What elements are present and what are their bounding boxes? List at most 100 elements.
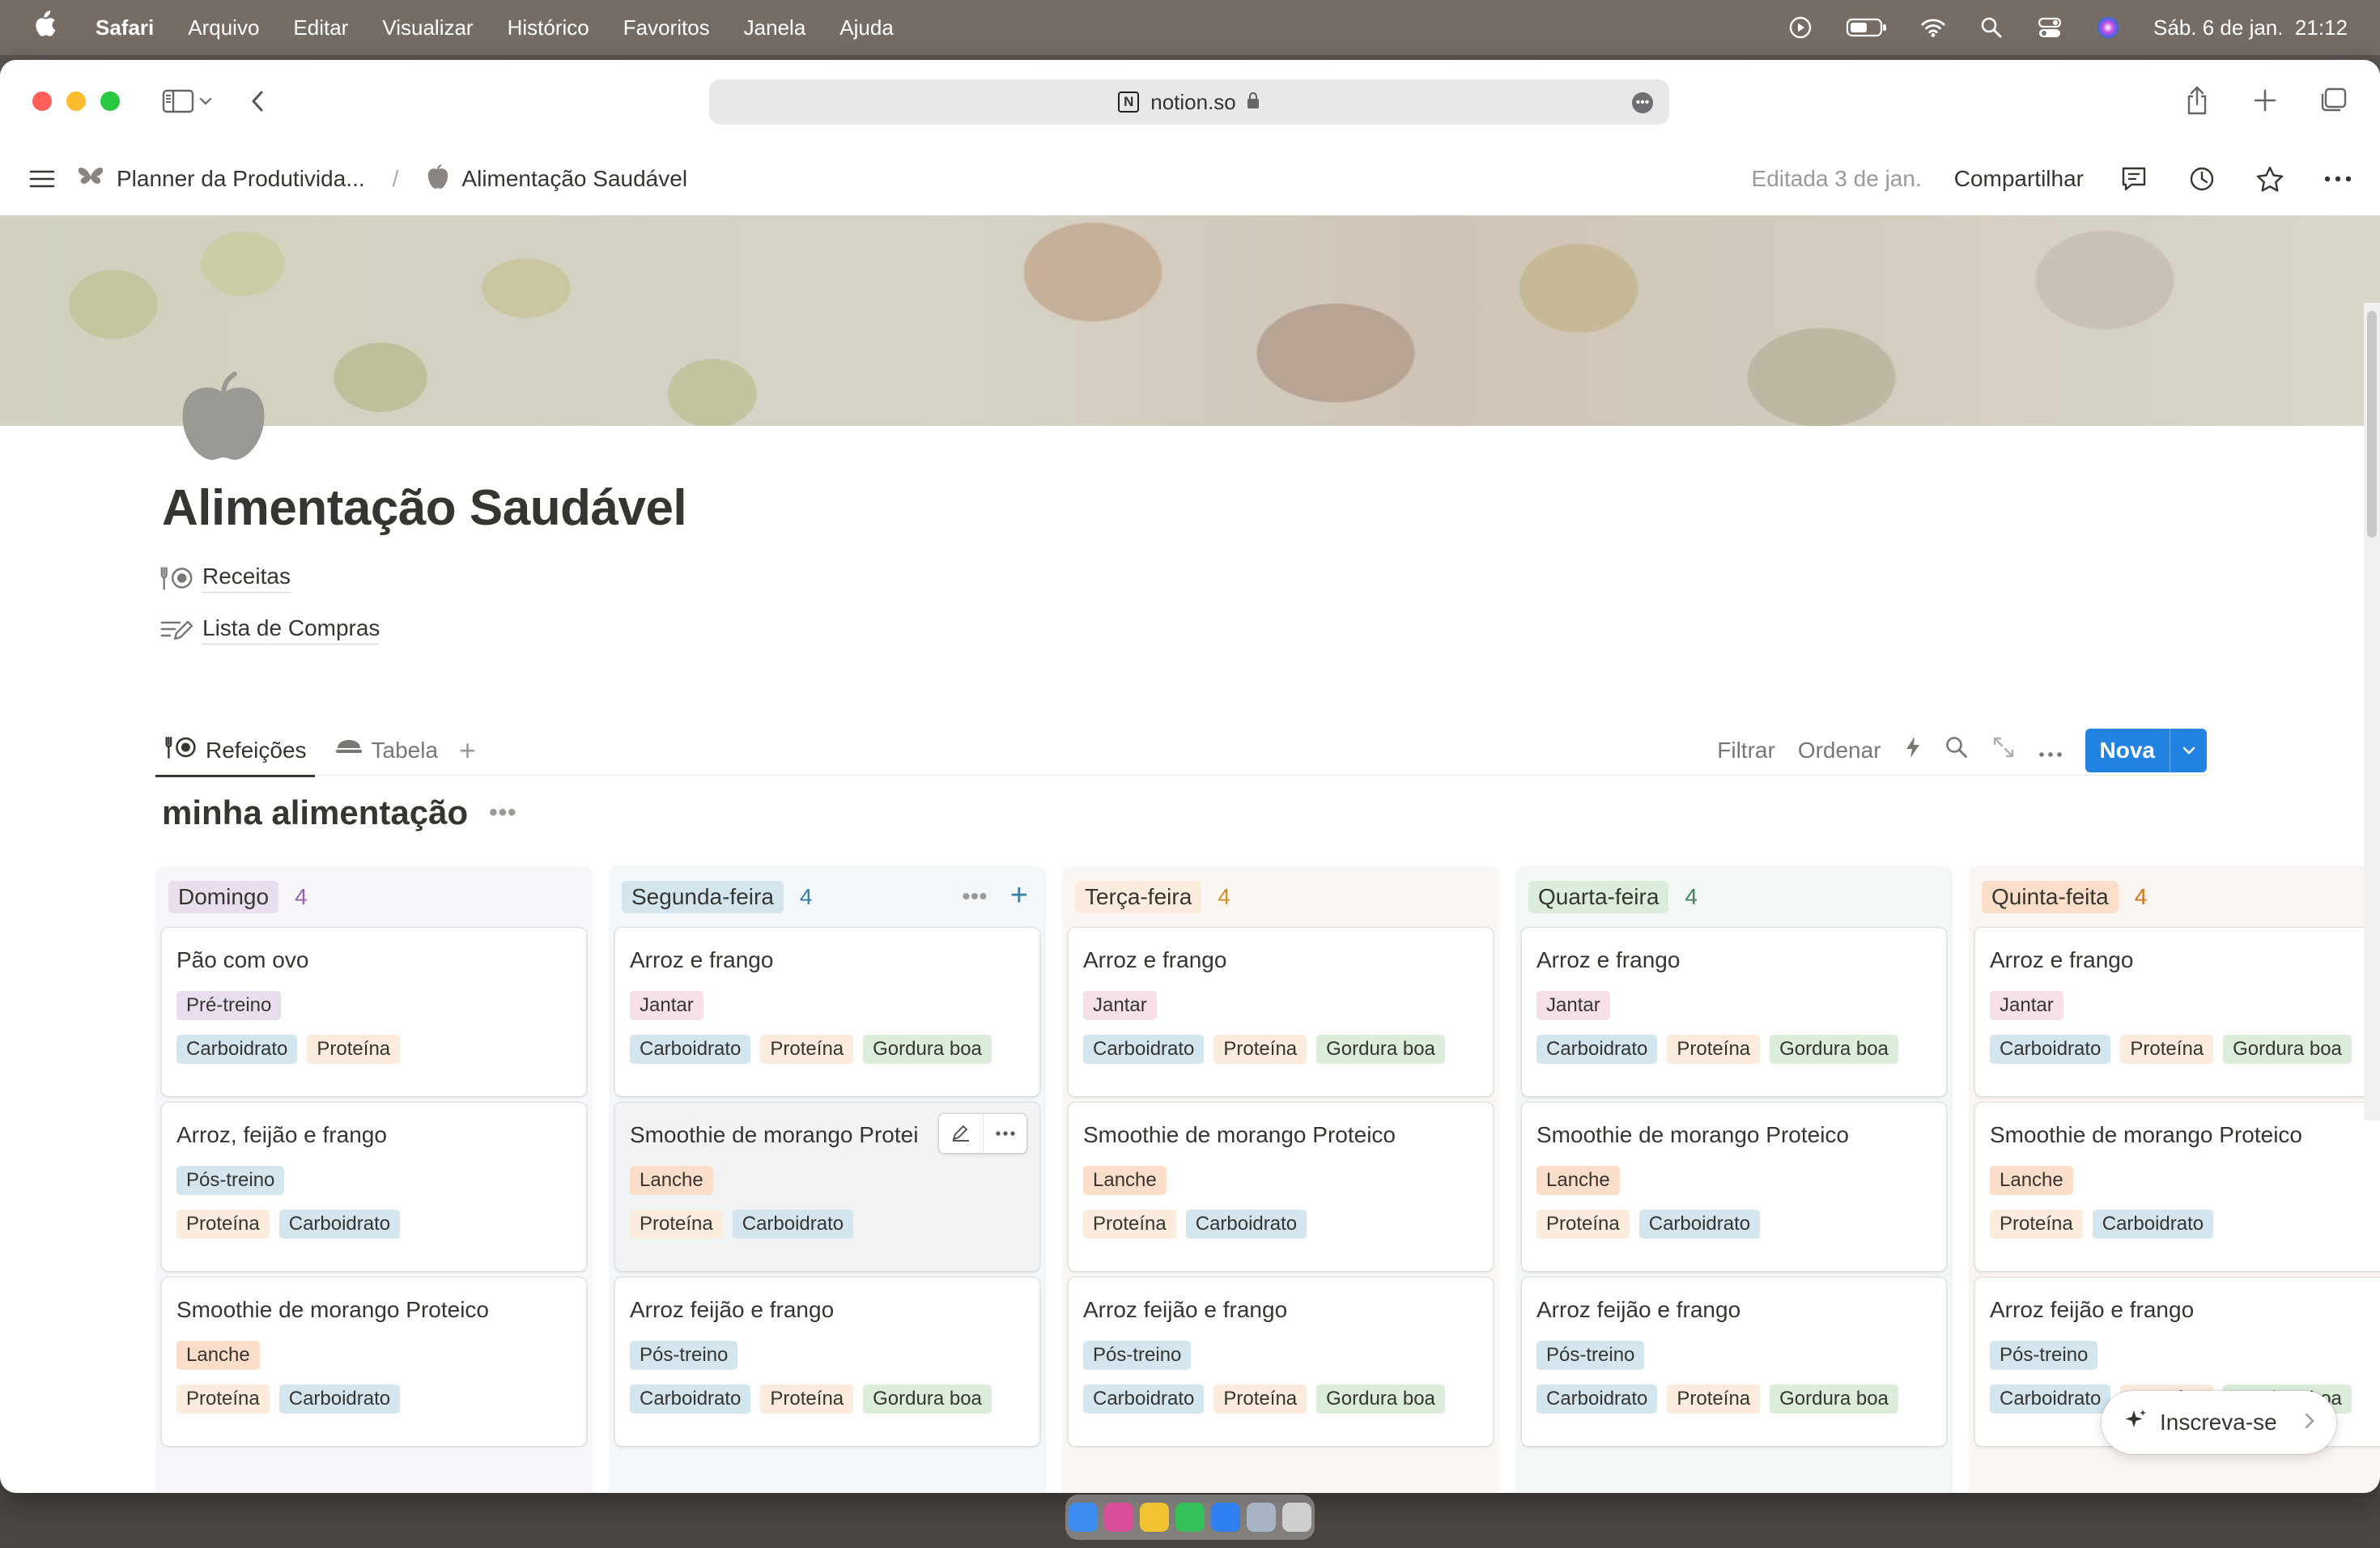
dock-chrome-icon[interactable] [1140, 1503, 1169, 1532]
column-title[interactable]: Domingo [168, 881, 279, 913]
database-title-text[interactable]: minha alimentação [162, 793, 468, 832]
chevron-down-icon[interactable] [2170, 728, 2207, 772]
meal-card[interactable]: Smoothie de morango Proteico Lanche Proteí… [162, 1278, 586, 1446]
link-receitas[interactable]: Receitas [159, 563, 291, 593]
meal-card[interactable]: Arroz feijão e frango Pós-treino Carboidra… [615, 1278, 1039, 1446]
history-clock-icon[interactable] [2184, 161, 2220, 197]
column-title[interactable]: Quarta-feira [1528, 881, 1669, 913]
chevron-down-icon[interactable] [196, 83, 215, 119]
page-title[interactable]: Alimentação Saudável [162, 479, 687, 537]
close-window-button[interactable] [32, 91, 52, 111]
safari-toolbar: N notion.so ••• [0, 60, 2380, 142]
new-record-button[interactable]: Nova [2085, 728, 2207, 772]
nutrient-tag: Gordura boa [1770, 1035, 1898, 1064]
battery-icon[interactable] [1846, 15, 1888, 40]
meal-card[interactable]: Smoothie de morango Protei Lanche Proteína… [615, 1103, 1039, 1271]
share-button[interactable]: Compartilhar [1954, 166, 2084, 192]
menu-ajuda[interactable]: Ajuda [839, 15, 894, 40]
dock-trash-icon[interactable] [1282, 1503, 1311, 1532]
dock-whatsapp-icon[interactable] [1175, 1503, 1205, 1532]
spotlight-search-icon[interactable] [1978, 15, 2004, 40]
add-view-plus-icon[interactable]: + [459, 734, 476, 768]
subscribe-button[interactable]: Inscreva-se [2102, 1391, 2336, 1454]
meal-card[interactable]: Arroz e frango Jantar Carboidrato Proteína G… [1975, 928, 2380, 1096]
nutrient-tags-row: Carboidrato Proteína Gordura boa [630, 1035, 1025, 1064]
column-title[interactable]: Quinta-feita [1982, 881, 2119, 913]
window-controls [32, 91, 120, 111]
page-scrollbar[interactable] [2364, 303, 2380, 1121]
apple-menu-icon[interactable] [32, 10, 57, 45]
menu-janela[interactable]: Janela [744, 15, 806, 40]
dock-keyboard-icon[interactable] [1247, 1503, 1276, 1532]
menu-editar[interactable]: Editar [293, 15, 348, 40]
meal-card[interactable]: Arroz feijão e frango Pós-treino Carboidra… [1069, 1278, 1493, 1446]
meal-card[interactable]: Smoothie de morango Proteico Lanche Proteí… [1975, 1103, 2380, 1271]
column-header[interactable]: Quarta-feira 4 [1522, 873, 1946, 921]
breadcrumb-parent[interactable]: Planner da Produtivida... [117, 166, 365, 192]
column-title[interactable]: Segunda-feira [622, 881, 784, 913]
meal-card[interactable]: Arroz e frango Jantar Carboidrato Proteína G… [615, 928, 1039, 1096]
link-lista-compras[interactable]: Lista de Compras [159, 615, 380, 644]
siri-icon[interactable] [2095, 15, 2121, 40]
address-bar[interactable]: N notion.so ••• [709, 79, 1669, 125]
automation-bolt-icon[interactable] [1904, 735, 1922, 765]
menu-historico[interactable]: Histórico [508, 15, 589, 40]
expand-arrows-icon[interactable] [1991, 735, 2016, 765]
page-apple-icon[interactable] [176, 369, 270, 463]
link-lista-compras-label[interactable]: Lista de Compras [202, 615, 380, 644]
meal-card[interactable]: Arroz e frango Jantar Carboidrato Proteína G… [1522, 928, 1946, 1096]
zoom-window-button[interactable] [100, 91, 120, 111]
minimize-window-button[interactable] [66, 91, 86, 111]
menubar-datetime[interactable]: Sáb. 6 de jan. 21:12 [2153, 15, 2348, 40]
breadcrumb: Planner da Produtivida... / Alimentação … [76, 164, 687, 195]
database-title-more-icon[interactable]: ••• [489, 799, 517, 827]
hamburger-menu-icon[interactable] [24, 161, 60, 197]
column-add-plus-icon[interactable]: + [1010, 880, 1028, 911]
more-options-icon[interactable] [2320, 161, 2356, 197]
edit-pencil-icon[interactable] [939, 1114, 983, 1153]
tab-tabela[interactable]: Tabela [326, 725, 447, 776]
filter-button[interactable]: Filtrar [1717, 738, 1775, 763]
column-header[interactable]: Terça-feira 4 [1069, 873, 1493, 921]
meal-card[interactable]: Pão com ovo Pré-treino Carboidrato Proteína [162, 928, 586, 1096]
share-icon[interactable] [2179, 83, 2215, 118]
column-header[interactable]: Quinta-feita 4 [1975, 873, 2380, 921]
search-icon[interactable] [1944, 735, 1969, 765]
new-tab-plus-icon[interactable] [2247, 83, 2283, 118]
meal-card[interactable]: Smoothie de morango Proteico Lanche Proteí… [1069, 1103, 1493, 1271]
card-more-icon[interactable] [983, 1114, 1026, 1153]
dock-launchpad-icon[interactable] [1104, 1503, 1133, 1532]
meal-card[interactable]: Arroz e frango Jantar Carboidrato Proteína G… [1069, 928, 1493, 1096]
comment-icon[interactable] [2116, 161, 2152, 197]
back-arrow-icon[interactable] [240, 83, 275, 119]
menu-app-name[interactable]: Safari [96, 15, 154, 40]
meal-card[interactable]: Smoothie de morango Proteico Lanche Proteí… [1522, 1103, 1946, 1271]
nutrient-tags-row: Proteína Carboidrato [176, 1210, 572, 1239]
column-header[interactable]: Segunda-feira 4 ••• + [615, 873, 1039, 921]
link-receitas-label[interactable]: Receitas [202, 563, 291, 593]
column-count: 4 [799, 884, 813, 909]
scrollbar-thumb[interactable] [2367, 311, 2377, 538]
page-menu-icon[interactable]: ••• [1632, 92, 1653, 113]
tab-refeicoes[interactable]: Refeições [155, 725, 315, 777]
column-title[interactable]: Terça-feira [1075, 881, 1202, 913]
tab-overview-icon[interactable] [2315, 83, 2351, 118]
dock-safari-icon[interactable] [1211, 1503, 1240, 1532]
meal-card[interactable]: Arroz feijão e frango Pós-treino Carboidra… [1522, 1278, 1946, 1446]
menu-favoritos[interactable]: Favoritos [623, 15, 710, 40]
breadcrumb-current[interactable]: Alimentação Saudável [461, 166, 687, 192]
wifi-icon[interactable] [1920, 15, 1946, 40]
column-header[interactable]: Domingo 4 [162, 873, 586, 921]
favorite-star-icon[interactable] [2252, 161, 2288, 197]
menu-visualizar[interactable]: Visualizar [382, 15, 473, 40]
column-more-icon[interactable]: ••• [962, 883, 988, 911]
control-center-icon[interactable] [2037, 15, 2063, 40]
menu-arquivo[interactable]: Arquivo [188, 15, 259, 40]
meal-card[interactable]: Arroz, feijão e frango Pós-treino Proteína… [162, 1103, 586, 1271]
page-cover-image[interactable] [0, 215, 2380, 426]
play-circle-icon[interactable] [1787, 15, 1813, 40]
sidebar-toggle-icon[interactable] [160, 83, 196, 119]
sort-button[interactable]: Ordenar [1798, 738, 1881, 763]
database-more-icon[interactable] [2038, 738, 2063, 763]
dock-finder-icon[interactable] [1069, 1503, 1098, 1532]
